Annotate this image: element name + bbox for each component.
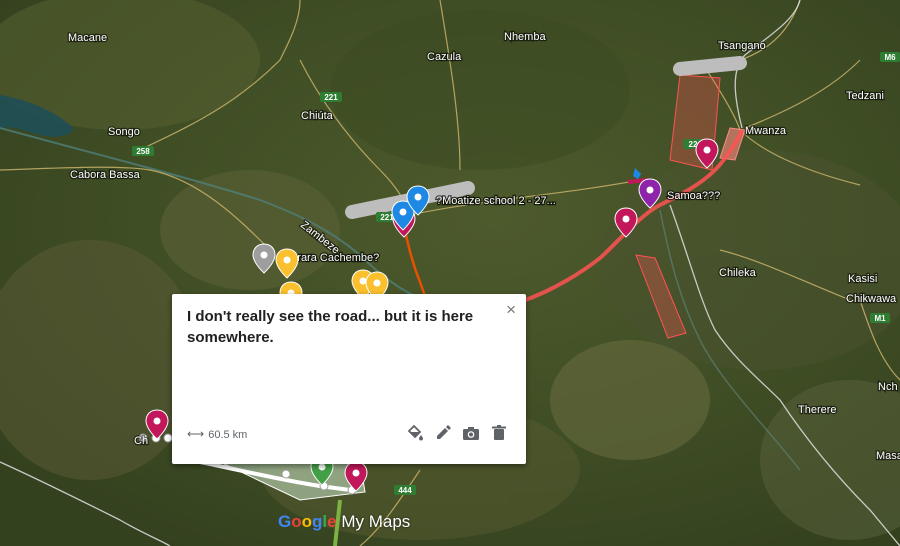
place-label: Nhemba	[504, 31, 546, 43]
place-label: Cabora Bassa	[70, 169, 141, 181]
satellite-map[interactable]: 258 221 221 22 M6 M1 444 Macane Songo Ca…	[0, 0, 900, 546]
road-shield: 221	[320, 92, 342, 102]
place-label: Chileka	[719, 267, 757, 279]
info-popup: I don't really see the road... but it is…	[172, 294, 526, 464]
place-label: Tsangano	[718, 40, 766, 52]
place-label: Tedzani	[846, 90, 884, 102]
place-label: Macane	[68, 32, 107, 44]
svg-text:258: 258	[136, 147, 150, 156]
place-label: Ch	[134, 435, 148, 447]
measure-arrows-icon: ⟷	[187, 427, 205, 441]
pin-label-moatize: ?Moatize school 2 - 27...	[436, 195, 556, 207]
place-label: Masa	[876, 450, 900, 462]
place-label: Chikwawa	[846, 293, 897, 305]
delete-icon[interactable]	[488, 422, 510, 444]
svg-text:M1: M1	[874, 314, 886, 323]
place-label: Mwanza	[745, 125, 787, 137]
place-label: Kasisi	[848, 273, 877, 285]
popup-toolbar	[404, 422, 510, 444]
svg-text:M6: M6	[884, 53, 896, 62]
popup-title: I don't really see the road... but it is…	[187, 308, 474, 346]
road-shield: 258	[132, 146, 154, 156]
pin-label-samoa: Samoa???	[667, 190, 720, 202]
place-label: Songo	[108, 126, 140, 138]
road-shield: M1	[870, 313, 890, 323]
edit-icon[interactable]	[432, 422, 454, 444]
place-label: Therere	[798, 404, 837, 416]
place-label: Cazula	[427, 51, 462, 63]
road-shield: 444	[394, 485, 416, 495]
google-wordmark: Google	[278, 512, 337, 531]
photo-icon[interactable]	[460, 422, 482, 444]
svg-text:444: 444	[398, 486, 412, 495]
road-shield: M6	[880, 52, 900, 62]
my-maps-text: My Maps	[341, 512, 411, 531]
google-my-maps-logo: Google My Maps	[278, 512, 410, 532]
measurement: ⟷ 60.5 km	[187, 427, 247, 441]
place-label: Chiúta	[301, 110, 334, 122]
svg-text:221: 221	[324, 93, 338, 102]
close-icon[interactable]: ×	[506, 300, 516, 320]
place-label: Nch	[878, 381, 898, 393]
measurement-value: 60.5 km	[208, 429, 248, 441]
style-icon[interactable]	[404, 422, 426, 444]
